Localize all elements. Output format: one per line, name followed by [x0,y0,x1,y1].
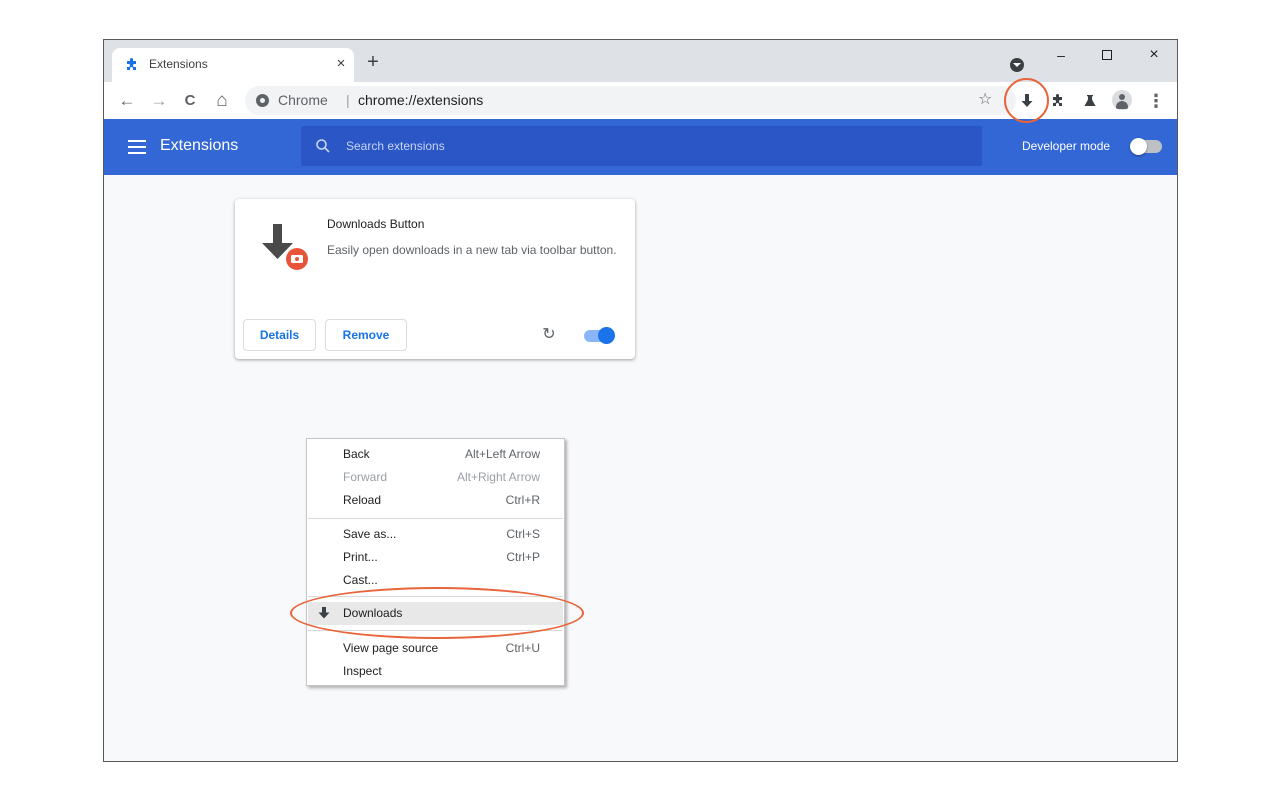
menu-item-view-page-source[interactable]: View page source Ctrl+U [308,637,563,660]
extension-name: Downloads Button [327,217,425,231]
menu-item-print[interactable]: Print... Ctrl+P [308,546,563,569]
extensions-header: Extensions Search extensions Developer m… [104,119,1177,175]
chrome-menu-button[interactable]: ⋮ [1145,90,1167,112]
downloads-button-extension-icon [262,224,308,270]
context-menu: Back Alt+Left Arrow Forward Alt+Right Ar… [306,438,565,686]
menu-item-inspect[interactable]: Inspect [308,660,563,683]
profile-avatar[interactable] [1112,90,1132,110]
extensions-puzzle-icon[interactable] [1050,93,1066,109]
forward-button[interactable]: → [148,90,170,112]
reload-button[interactable]: C [179,90,201,112]
back-button[interactable]: ← [116,90,138,112]
browser-window: Extensions × + – × ← → C ⌂ Chrome | chro… [103,39,1178,762]
close-window-button[interactable]: × [1141,44,1167,66]
maximize-icon [1102,50,1112,60]
url-origin: Chrome [278,92,328,108]
minimize-button[interactable]: – [1048,44,1074,66]
search-icon [316,139,330,153]
downloads-menu-highlight-ellipse [290,587,584,639]
tab-strip: Extensions × + – × [104,40,1177,82]
flask-icon[interactable] [1082,93,1098,109]
bookmark-star-icon[interactable]: ☆ [978,89,992,109]
menu-item-back[interactable]: Back Alt+Left Arrow [308,443,563,466]
url-text: chrome://extensions [358,92,484,108]
toolbar-download-highlight-circle [1004,78,1049,123]
hamburger-menu-icon[interactable] [128,140,146,154]
developer-mode-toggle[interactable] [1130,138,1162,155]
menu-item-forward[interactable]: Forward Alt+Right Arrow [308,466,563,489]
address-bar[interactable]: Chrome | chrome://extensions ☆ [245,86,1016,115]
new-tab-button[interactable]: + [362,51,384,73]
menu-separator [308,518,563,519]
url-separator: | [346,92,350,108]
extension-enable-toggle[interactable] [584,327,615,344]
puzzle-icon [127,58,136,70]
menu-item-reload[interactable]: Reload Ctrl+R [308,489,563,512]
maximize-button[interactable] [1094,44,1120,66]
tab-close-icon[interactable]: × [331,54,351,74]
chrome-icon [256,94,269,107]
tab-title: Extensions [149,57,208,71]
search-extensions-input[interactable]: Search extensions [301,126,982,166]
details-button[interactable]: Details [243,319,316,351]
menu-item-save-as[interactable]: Save as... Ctrl+S [308,523,563,546]
reload-extension-icon[interactable]: ↻ [540,326,558,344]
extension-card: Downloads Button Easily open downloads i… [235,199,635,359]
extension-description: Easily open downloads in a new tab via t… [327,243,617,257]
search-placeholder: Search extensions [346,139,445,153]
page-title: Extensions [160,137,239,154]
tab-extensions[interactable]: Extensions × [112,48,354,82]
remove-button[interactable]: Remove [325,319,407,351]
tab-search-icon[interactable] [1010,58,1024,72]
home-button[interactable]: ⌂ [211,90,233,112]
developer-mode-label: Developer mode [1022,139,1111,153]
